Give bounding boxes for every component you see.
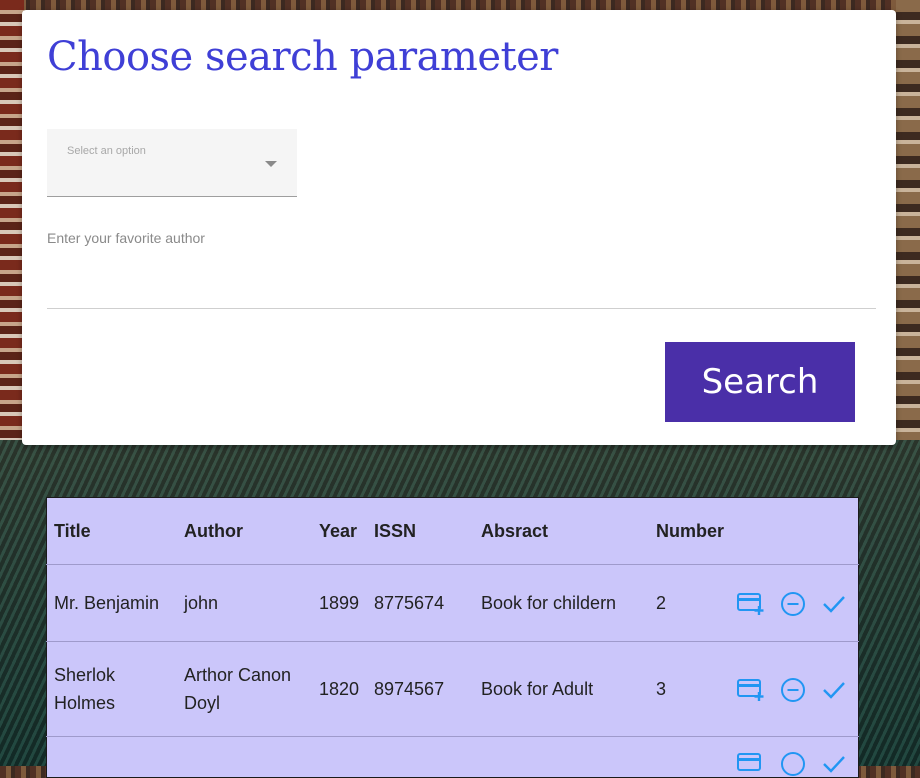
column-header-issn: ISSN	[367, 497, 474, 565]
cell-year: 1899	[312, 564, 367, 642]
cell-issn: 8974567	[367, 641, 474, 737]
check-icon[interactable]	[821, 753, 847, 775]
author-input-label: Enter your favorite author	[47, 230, 205, 246]
column-header-actions	[730, 497, 859, 565]
select-placeholder: Select an option	[67, 145, 146, 157]
table-row: Mr. Benjamin john 1899 8775674 Book for …	[46, 564, 859, 642]
cell-number	[649, 737, 730, 778]
cell-title: Sherlok Holmes	[46, 641, 177, 737]
table-row	[47, 737, 859, 778]
results-table: Title Author Year ISSN Absract Number Mr…	[46, 497, 859, 778]
search-card: Choose search parameter Select an option…	[22, 10, 896, 445]
row-actions	[730, 564, 859, 642]
search-button[interactable]: Search	[665, 342, 855, 422]
add-card-icon[interactable]	[737, 678, 765, 702]
search-title: Choose search parameter	[47, 34, 558, 80]
cell-issn: 8775674	[367, 564, 474, 642]
cell-year: 1820	[312, 641, 367, 737]
cell-author	[177, 737, 312, 778]
column-header-author: Author	[177, 497, 312, 565]
cell-issn	[367, 737, 474, 778]
chevron-down-icon	[265, 161, 277, 167]
check-icon[interactable]	[821, 679, 847, 701]
cell-year	[312, 737, 367, 778]
remove-circle-icon[interactable]	[780, 677, 806, 703]
cell-author: john	[177, 564, 312, 642]
search-parameter-select[interactable]: Select an option	[47, 129, 297, 197]
cell-title	[47, 737, 178, 778]
column-header-year: Year	[312, 497, 367, 565]
row-actions	[730, 737, 859, 778]
column-header-abstract: Absract	[474, 497, 649, 565]
remove-circle-icon[interactable]	[780, 591, 806, 617]
table-row: Sherlok Holmes Arthor Canon Doyl 1820 89…	[46, 641, 859, 737]
table-header-row: Title Author Year ISSN Absract Number	[46, 497, 859, 565]
column-header-title: Title	[46, 497, 177, 565]
cell-title: Mr. Benjamin	[46, 564, 177, 642]
cell-author: Arthor Canon Doyl	[177, 641, 312, 737]
remove-circle-icon[interactable]	[780, 751, 806, 777]
add-card-icon[interactable]	[737, 592, 765, 616]
author-input[interactable]	[47, 254, 876, 309]
row-actions	[730, 641, 859, 737]
column-header-number: Number	[649, 497, 730, 565]
cell-abstract: Book for childern	[474, 564, 649, 642]
cell-number: 3	[649, 641, 730, 737]
cell-abstract	[474, 737, 649, 778]
cell-abstract: Book for Adult	[474, 641, 649, 737]
add-card-icon[interactable]	[737, 752, 765, 776]
check-icon[interactable]	[821, 593, 847, 615]
cell-number: 2	[649, 564, 730, 642]
